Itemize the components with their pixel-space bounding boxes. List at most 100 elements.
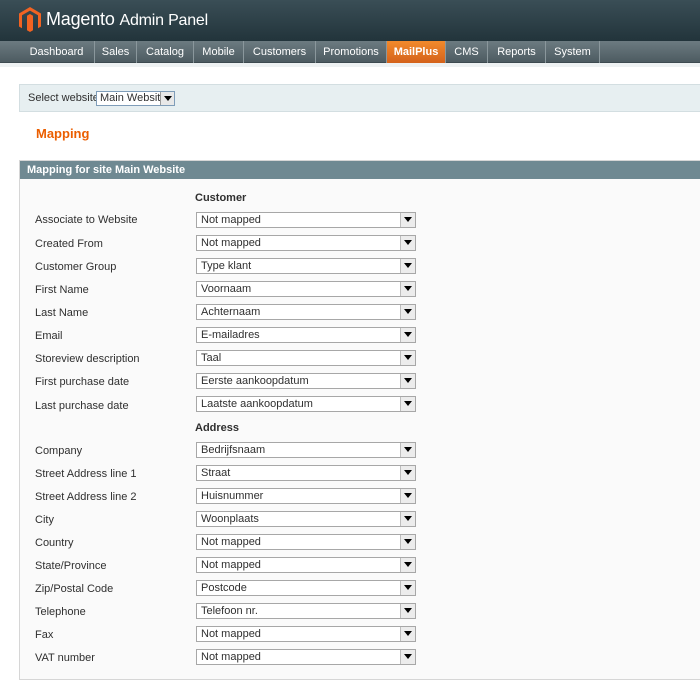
field-label: Customer Group xyxy=(35,261,117,273)
group-title-customer: Customer xyxy=(195,192,247,204)
mapping-select[interactable]: Not mapped xyxy=(196,235,416,251)
select-value: Woonplaats xyxy=(201,513,259,525)
field-label: Storeview description xyxy=(35,353,140,365)
chevron-down-icon[interactable] xyxy=(400,535,415,549)
field-label: First purchase date xyxy=(35,376,130,388)
website-select-value: Main Website xyxy=(100,92,167,104)
brand-subtitle: Admin Panel xyxy=(119,12,208,29)
mapping-select[interactable]: Not mapped xyxy=(196,626,416,642)
select-value: Laatste aankoopdatum xyxy=(201,398,313,410)
mapping-select[interactable]: Achternaam xyxy=(196,304,416,320)
chevron-down-icon[interactable] xyxy=(400,282,415,296)
chevron-down-icon[interactable] xyxy=(400,328,415,342)
nav-mobile[interactable]: Mobile xyxy=(194,41,244,63)
chevron-down-icon[interactable] xyxy=(400,581,415,595)
select-value: Not mapped xyxy=(201,651,261,663)
mapping-select[interactable]: Huisnummer xyxy=(196,488,416,504)
nav-customers[interactable]: Customers xyxy=(244,41,316,63)
mapping-select[interactable]: Eerste aankoopdatum xyxy=(196,373,416,389)
mapping-select[interactable]: Woonplaats xyxy=(196,511,416,527)
website-select[interactable]: Main Website xyxy=(96,91,175,106)
website-label: Select website: xyxy=(28,92,102,104)
nav-shadow xyxy=(0,63,700,67)
select-value: E-mailadres xyxy=(201,329,260,341)
chevron-down-icon[interactable] xyxy=(400,374,415,388)
mapping-select[interactable]: Voornaam xyxy=(196,281,416,297)
select-value: Huisnummer xyxy=(201,490,264,502)
field-label: State/Province xyxy=(35,560,107,572)
chevron-down-icon[interactable] xyxy=(400,305,415,319)
mapping-select[interactable]: Taal xyxy=(196,350,416,366)
chevron-down-icon[interactable] xyxy=(400,213,415,227)
field-label: Associate to Website xyxy=(35,214,138,226)
field-label: Fax xyxy=(35,629,54,641)
mapping-select[interactable]: Straat xyxy=(196,465,416,481)
mapping-select[interactable]: Not mapped xyxy=(196,649,416,665)
app-title: Magento Admin Panel xyxy=(46,8,208,32)
mapping-select[interactable]: Telefoon nr. xyxy=(196,603,416,619)
field-label: Company xyxy=(35,445,83,457)
select-value: Taal xyxy=(201,352,222,364)
select-value: Not mapped xyxy=(201,628,261,640)
main-nav: Dashboard Sales Catalog Mobile Customers… xyxy=(0,41,700,63)
select-value: Bedrijfsnaam xyxy=(201,444,266,456)
field-label: Zip/Postal Code xyxy=(35,583,114,595)
website-switcher: Select website: Main Website xyxy=(19,84,700,112)
nav-sales[interactable]: Sales xyxy=(95,41,137,63)
chevron-down-icon[interactable] xyxy=(400,558,415,572)
nav-promotions[interactable]: Promotions xyxy=(316,41,387,63)
field-label: Email xyxy=(35,330,63,342)
select-value: Straat xyxy=(201,467,231,479)
nav-system[interactable]: System xyxy=(546,41,600,63)
nav-mailplus[interactable]: MailPlus xyxy=(387,41,446,63)
chevron-down-icon[interactable] xyxy=(400,259,415,273)
nav-reports[interactable]: Reports xyxy=(488,41,546,63)
mapping-select[interactable]: Not mapped xyxy=(196,557,416,573)
field-label: Telephone xyxy=(35,606,86,618)
section-title: Mapping for site Main Website xyxy=(20,161,700,179)
field-label: City xyxy=(35,514,54,526)
select-value: Eerste aankoopdatum xyxy=(201,375,309,387)
select-value: Telefoon nr. xyxy=(201,605,258,617)
nav-cms[interactable]: CMS xyxy=(446,41,488,63)
chevron-down-icon[interactable] xyxy=(400,650,415,664)
brand-name: Magento xyxy=(46,9,115,29)
mapping-select[interactable]: Laatste aankoopdatum xyxy=(196,396,416,412)
header-bar: Magento Admin Panel xyxy=(0,0,700,41)
select-value: Postcode xyxy=(201,582,247,594)
select-value: Not mapped xyxy=(201,559,261,571)
nav-dashboard[interactable]: Dashboard xyxy=(19,41,95,63)
group-title-address: Address xyxy=(195,422,240,434)
field-label: Street Address line 1 xyxy=(35,468,137,480)
mapping-select[interactable]: Not mapped xyxy=(196,212,416,228)
chevron-down-icon[interactable] xyxy=(400,443,415,457)
select-value: Not mapped xyxy=(201,214,261,226)
chevron-down-icon[interactable] xyxy=(400,466,415,480)
chevron-down-icon[interactable] xyxy=(400,604,415,618)
page-title: Mapping xyxy=(36,126,90,141)
select-value: Not mapped xyxy=(201,536,261,548)
mapping-select[interactable]: E-mailadres xyxy=(196,327,416,343)
chevron-down-icon[interactable] xyxy=(400,236,415,250)
mapping-select[interactable]: Not mapped xyxy=(196,534,416,550)
field-label: Created From xyxy=(35,238,103,250)
field-label: VAT number xyxy=(35,652,95,664)
field-label: Last purchase date xyxy=(35,400,129,412)
mapping-select[interactable]: Postcode xyxy=(196,580,416,596)
select-value: Achternaam xyxy=(201,306,261,318)
chevron-down-icon[interactable] xyxy=(160,92,174,105)
field-label: Street Address line 2 xyxy=(35,491,137,503)
field-label: First Name xyxy=(35,284,89,296)
select-value: Type klant xyxy=(201,260,252,272)
magento-logo-icon[interactable] xyxy=(19,7,41,33)
chevron-down-icon[interactable] xyxy=(400,397,415,411)
chevron-down-icon[interactable] xyxy=(400,627,415,641)
mapping-select[interactable]: Type klant xyxy=(196,258,416,274)
chevron-down-icon[interactable] xyxy=(400,512,415,526)
chevron-down-icon[interactable] xyxy=(400,351,415,365)
nav-catalog[interactable]: Catalog xyxy=(137,41,194,63)
select-value: Not mapped xyxy=(201,237,261,249)
mapping-select[interactable]: Bedrijfsnaam xyxy=(196,442,416,458)
chevron-down-icon[interactable] xyxy=(400,489,415,503)
field-label: Country xyxy=(35,537,74,549)
